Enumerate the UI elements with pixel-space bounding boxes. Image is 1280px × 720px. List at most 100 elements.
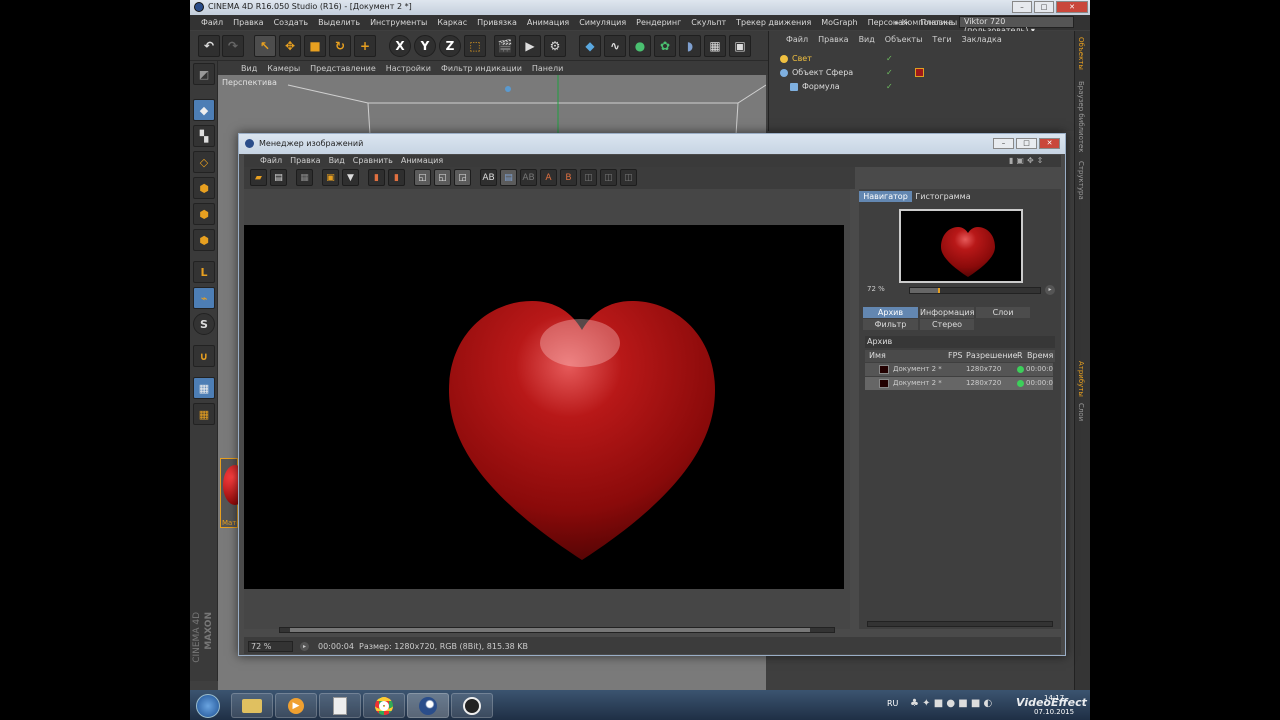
planar-workplane-icon[interactable]: ▦ xyxy=(193,403,215,425)
render-settings-icon[interactable]: ⚙ xyxy=(544,35,566,57)
menu-item[interactable]: Каркас xyxy=(432,18,472,27)
render-picture-viewer-icon[interactable]: ▶ xyxy=(519,35,541,57)
material-thumbnail[interactable]: Мате xyxy=(220,458,247,528)
split-icon[interactable]: ◫ xyxy=(600,169,617,186)
viewport-menu-item[interactable]: Панели xyxy=(527,64,568,73)
object-row-formula[interactable]: Формула ✓ xyxy=(790,80,893,93)
pv-menu-item[interactable]: Вид xyxy=(325,155,349,167)
polygons-mode-icon[interactable]: ⬢ xyxy=(193,229,215,251)
menu-item[interactable]: Инструменты xyxy=(365,18,432,27)
magnet-icon[interactable]: ∪ xyxy=(193,345,215,367)
save-icon[interactable]: ▤ xyxy=(270,169,287,186)
menu-item[interactable]: Файл xyxy=(196,18,228,27)
viewport-menu-item[interactable]: Фильтр индикации xyxy=(436,64,527,73)
scale-icon[interactable]: ■ xyxy=(304,35,326,57)
move-panel-icon[interactable]: ✥ xyxy=(1027,156,1034,165)
pv-menu-item[interactable]: Анимация xyxy=(397,155,447,167)
tab-filter[interactable]: Фильтр xyxy=(863,319,918,330)
close-button[interactable]: ✕ xyxy=(1039,138,1060,149)
collapse-icon[interactable]: ⇕ xyxy=(1037,156,1044,165)
tab-histogram[interactable]: Гистограмма xyxy=(914,191,972,202)
open-icon[interactable]: ▰ xyxy=(250,169,267,186)
deformer-icon[interactable]: ◗ xyxy=(679,35,701,57)
tab-stereo[interactable]: Стерео xyxy=(920,319,974,330)
navigator-thumbnail[interactable] xyxy=(899,209,1023,283)
menu-item[interactable]: Выделить xyxy=(313,18,365,27)
obs-taskbar-icon[interactable] xyxy=(451,693,493,718)
tray-icons[interactable]: ♣ ✦ ■ ● ■ ■ ◐ xyxy=(910,698,992,709)
archive-row[interactable]: Документ 2 * 1280x720 00:00:0 xyxy=(865,377,1053,390)
menu-item[interactable]: Скульпт xyxy=(686,18,731,27)
rotate-icon[interactable]: ↻ xyxy=(329,35,351,57)
difference-icon[interactable]: ◫ xyxy=(620,169,637,186)
points-mode-icon[interactable]: ⬢ xyxy=(193,177,215,199)
set-a-icon[interactable]: A xyxy=(540,169,557,186)
subdivision-icon[interactable]: ● xyxy=(629,35,651,57)
edges-mode-icon[interactable]: ⬢ xyxy=(193,203,215,225)
layout-icon[interactable]: ▮ xyxy=(1009,156,1013,165)
compare-view-icon[interactable]: ▤ xyxy=(500,169,517,186)
zoom-slider[interactable] xyxy=(909,287,1041,294)
copy-icon[interactable]: ▮ xyxy=(368,169,385,186)
ab-compare-icon[interactable]: AB xyxy=(480,169,497,186)
zoom-menu-icon[interactable]: ▸ xyxy=(1045,285,1055,295)
cube-icon[interactable]: ◆ xyxy=(579,35,601,57)
array-icon[interactable]: ✿ xyxy=(654,35,676,57)
start-button-icon[interactable] xyxy=(196,694,220,718)
archive-row[interactable]: Документ 2 * 1280x720 00:00:0 xyxy=(865,363,1053,376)
menu-item[interactable]: MoGraph xyxy=(816,18,862,27)
col-r[interactable]: R xyxy=(1017,351,1023,360)
om-menu-item[interactable]: Объекты xyxy=(885,35,923,44)
maximize-button[interactable]: □ xyxy=(1034,1,1054,13)
explorer-taskbar-icon[interactable] xyxy=(231,693,273,718)
render-view-icon[interactable]: 🎬 xyxy=(494,35,516,57)
tab-layers[interactable]: Слои xyxy=(976,307,1030,318)
spline-icon[interactable]: ∿ xyxy=(604,35,626,57)
menu-item[interactable]: Привязка xyxy=(472,18,522,27)
col-fps[interactable]: FPS xyxy=(948,351,963,360)
om-menu-item[interactable]: Теги xyxy=(932,35,951,44)
move-icon[interactable]: ✥ xyxy=(279,35,301,57)
om-menu-item[interactable]: Правка xyxy=(818,35,848,44)
clock-date[interactable]: 07.10.2015 xyxy=(1034,708,1074,716)
fullscreen-icon[interactable]: ▣ xyxy=(1016,156,1024,165)
redo-icon[interactable]: ↷ xyxy=(222,35,244,57)
language-indicator[interactable]: RU xyxy=(887,699,898,708)
tab-archive[interactable]: Архив xyxy=(863,307,918,318)
tab-objects[interactable]: Объекты xyxy=(1077,37,1085,70)
camera-icon[interactable]: ▣ xyxy=(729,35,751,57)
pv-menu-item[interactable]: Файл xyxy=(256,155,286,167)
om-menu-item[interactable]: Файл xyxy=(786,35,808,44)
undo-icon[interactable]: ↶ xyxy=(198,35,220,57)
make-editable-icon[interactable]: ◩ xyxy=(193,63,215,85)
viewport-menu-item[interactable]: Вид xyxy=(236,64,262,73)
menu-item[interactable]: Симуляция xyxy=(574,18,631,27)
menu-item[interactable]: Рендеринг xyxy=(631,18,686,27)
play-icon[interactable]: ▸ xyxy=(300,642,309,651)
swap-icon[interactable]: ◫ xyxy=(580,169,597,186)
chrome-taskbar-icon[interactable] xyxy=(363,693,405,718)
pv-menu-item[interactable]: Правка xyxy=(286,155,324,167)
x-axis-icon[interactable]: X xyxy=(389,35,411,57)
snapshot-b-icon[interactable]: ◱ xyxy=(434,169,451,186)
pv-menu-item[interactable]: Сравнить xyxy=(349,155,397,167)
status-zoom[interactable]: 72 % xyxy=(248,641,293,652)
z-axis-icon[interactable]: Z xyxy=(439,35,461,57)
grid-icon[interactable]: ▦ xyxy=(296,169,313,186)
material-tag-icon[interactable] xyxy=(914,68,924,77)
cinema4d-taskbar-icon[interactable] xyxy=(407,693,449,718)
minimize-button[interactable]: – xyxy=(1012,1,1032,13)
snapshot-a-icon[interactable]: ◱ xyxy=(414,169,431,186)
snap-icon[interactable]: S xyxy=(193,313,215,335)
rendered-image[interactable] xyxy=(244,225,844,589)
workplane-icon[interactable]: ◇ xyxy=(193,151,215,173)
model-mode-icon[interactable]: ◆ xyxy=(193,99,215,121)
document-taskbar-icon[interactable] xyxy=(319,693,361,718)
floor-icon[interactable]: ▦ xyxy=(704,35,726,57)
menu-item[interactable]: Анимация xyxy=(522,18,574,27)
menu-item[interactable]: Правка xyxy=(228,18,268,27)
col-name[interactable]: Имя xyxy=(869,351,886,360)
viewport-menu-item[interactable]: Настройки xyxy=(381,64,436,73)
media-player-taskbar-icon[interactable]: ▶ xyxy=(275,693,317,718)
layout-dropdown[interactable]: Viktor 720 (пользователь) ▾ xyxy=(959,16,1074,35)
